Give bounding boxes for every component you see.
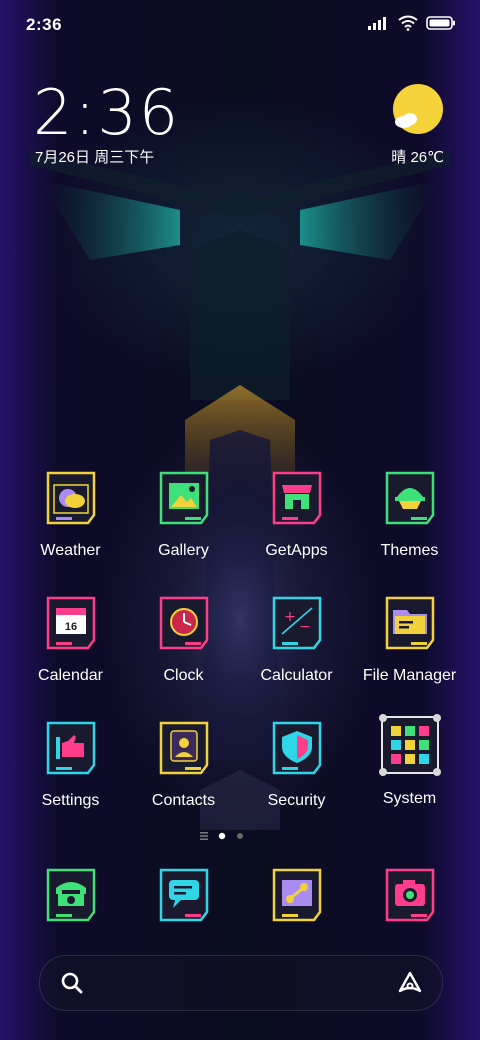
contacts-icon: [159, 721, 208, 775]
app-label: Gallery: [158, 542, 209, 559]
battery-icon: [426, 16, 455, 30]
gallery-icon: [159, 471, 208, 525]
sun-cloud-icon[interactable]: [392, 83, 444, 135]
dock-browser[interactable]: [240, 866, 353, 929]
app-contacts[interactable]: Contacts: [127, 719, 240, 810]
clock-icon: [159, 596, 208, 650]
app-label: Weather: [40, 542, 101, 559]
security-icon: [272, 721, 321, 775]
search-bar[interactable]: [39, 955, 443, 1011]
page-dot: [237, 833, 243, 839]
calculator-icon: + −: [272, 596, 321, 650]
dock-messages[interactable]: [127, 866, 240, 929]
app-security[interactable]: Security: [240, 719, 353, 810]
app-settings[interactable]: Settings: [14, 719, 127, 810]
svg-text:−: −: [299, 619, 311, 635]
system-folder-icon: [378, 714, 441, 776]
dock-phone[interactable]: [14, 866, 127, 929]
page-dot-active: [218, 832, 226, 840]
messages-icon: [159, 868, 208, 922]
home-screen: 2:36 2:36 7月26日 周三下午 晴 26℃ Weather Galle…: [0, 0, 480, 1040]
clock-widget-date: 7月26日 周三下午: [35, 149, 155, 166]
browser-icon: [272, 868, 321, 922]
app-system-folder[interactable]: System: [353, 712, 466, 808]
settings-icon: [46, 721, 95, 775]
app-label: Contacts: [151, 792, 216, 809]
wifi-icon: [398, 15, 418, 31]
weather-summary: 晴 26℃: [391, 149, 444, 166]
calendar-badge: 16: [64, 621, 76, 633]
app-clock[interactable]: Clock: [127, 594, 240, 685]
camera-icon: [385, 868, 434, 922]
app-label: Calendar: [38, 667, 103, 684]
app-calendar[interactable]: 16 Calendar: [14, 594, 127, 685]
app-themes[interactable]: Themes: [353, 469, 466, 560]
dock-camera[interactable]: [353, 866, 466, 929]
app-weather[interactable]: Weather: [14, 469, 127, 560]
app-label: Security: [267, 792, 326, 809]
page-indicator[interactable]: [200, 829, 260, 843]
app-label: Settings: [41, 792, 100, 809]
app-label: System: [382, 790, 437, 807]
app-file-manager[interactable]: File Manager: [353, 594, 466, 685]
signal-icon: [368, 17, 386, 30]
app-gallery[interactable]: Gallery: [127, 469, 240, 560]
app-label: Themes: [380, 542, 439, 559]
status-icons: [368, 15, 456, 31]
status-time: 2:36: [26, 15, 63, 34]
app-label: Calculator: [260, 667, 333, 684]
app-getapps[interactable]: GetApps: [240, 469, 353, 560]
getapps-icon: [272, 471, 321, 525]
app-label: File Manager: [362, 667, 457, 684]
themes-icon: [385, 471, 434, 525]
app-calculator[interactable]: + − Calculator: [240, 594, 353, 685]
phone-icon: [46, 868, 95, 922]
status-bar: 2:36: [0, 0, 480, 50]
svg-text:+: +: [284, 609, 296, 625]
assistant-icon[interactable]: [396, 969, 424, 997]
app-label: GetApps: [265, 542, 328, 559]
weather-icon: [46, 471, 95, 525]
calendar-icon: 16: [46, 596, 95, 650]
clock-widget-time[interactable]: 2:36: [33, 76, 180, 149]
search-icon[interactable]: [60, 971, 84, 995]
app-label: Clock: [163, 667, 204, 684]
file-manager-icon: [385, 596, 434, 650]
